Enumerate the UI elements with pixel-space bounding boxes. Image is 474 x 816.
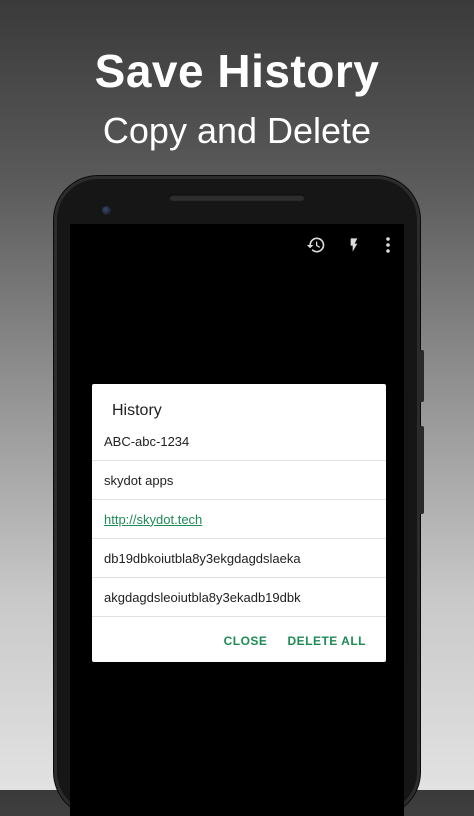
history-item[interactable]: skydot apps [92,461,386,500]
flash-icon[interactable] [340,232,368,258]
more-vert-icon[interactable] [374,232,402,258]
promo-subtitle: Copy and Delete [102,110,372,151]
history-item[interactable]: akgdagdsleoiutbla8y3ekadb19dbk [92,578,386,617]
close-button[interactable]: CLOSE [224,634,268,648]
power-button [418,426,424,514]
dialog-actions: CLOSE DELETE ALL [224,634,366,648]
promo-title: Save History [94,45,380,97]
volume-button [418,350,424,402]
history-item[interactable]: db19dbkoiutbla8y3ekgdagdslaeka [92,539,386,578]
delete-all-button[interactable]: DELETE ALL [287,634,366,648]
history-dialog: History ABC-abc-1234 skydot apps http://… [92,384,386,662]
dialog-title: History [112,402,162,419]
history-item[interactable]: ABC-abc-1234 [92,422,386,461]
front-camera [102,206,111,215]
history-icon[interactable] [302,232,330,258]
history-item-link[interactable]: http://skydot.tech [92,500,386,539]
history-list: ABC-abc-1234 skydot apps http://skydot.t… [92,422,386,617]
phone-speaker [169,194,305,201]
